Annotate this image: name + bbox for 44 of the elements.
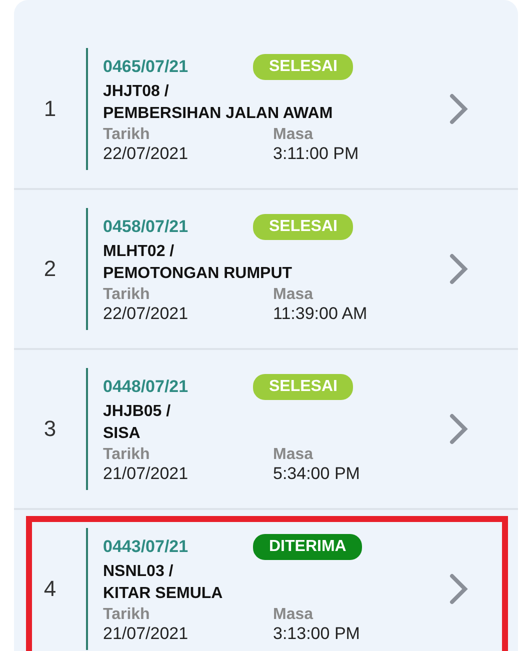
date-value: 21/07/2021 [103,464,190,484]
time-label: Masa [273,126,314,144]
order-code: 0465/07/21 [103,57,190,77]
chevron-right-icon[interactable] [448,252,470,286]
date-label: Tarikh [103,286,151,304]
date-label: Tarikh [103,126,151,144]
date-value: 22/07/2021 [103,144,190,164]
time-value: 3:13:00 PM [273,624,361,644]
order-title: NSNL03 / [103,562,174,582]
time-label: Masa [273,286,314,304]
order-title: JHJB05 / [103,402,172,422]
status-badge: SELESAI [253,214,354,240]
time-value: 11:39:00 AM [273,304,368,324]
chevron-right-icon[interactable] [448,92,470,126]
date-label: Tarikh [103,446,151,464]
status-badge: SELESAI [253,54,354,80]
order-row[interactable]: 1 0465/07/21 SELESAI JHJT08 / PEMBERSIHAN JALAN AWAM Tarikh 22/07/2021 Masa 3:11:00 PM [14,14,518,190]
order-code: 0443/07/21 [103,537,190,557]
status-badge: DITERIMA [253,534,362,560]
order-title: MLHT02 / [103,242,176,262]
chevron-right-icon[interactable] [448,412,470,446]
time-label: Masa [273,606,314,624]
status-badge: SELESAI [253,374,354,400]
order-row[interactable]: 3 0448/07/21 SELESAI JHJB05 / SISA Tarikh 21/07/2021 Masa 5:34:00 PM [14,350,518,510]
row-number: 4 [42,576,58,602]
order-row[interactable]: 2 0458/07/21 SELESAI MLHT02 / PEMOTONGAN RUMPUT Tarikh 22/07/2021 Masa 11:39:00 AM [14,190,518,350]
order-title: PEMBERSIHAN JALAN AWAM [103,104,334,124]
date-value: 21/07/2021 [103,624,190,644]
order-code: 0458/07/21 [103,217,190,237]
order-title: KITAR SEMULA [103,584,224,604]
row-number: 1 [42,96,58,122]
time-value: 5:34:00 PM [273,464,361,484]
order-title: PEMOTONGAN RUMPUT [103,264,294,284]
chevron-right-icon[interactable] [448,572,470,606]
date-label: Tarikh [103,606,151,624]
order-title: SISA [103,424,142,444]
order-code: 0448/07/21 [103,377,190,397]
row-number: 2 [42,256,58,282]
date-value: 22/07/2021 [103,304,190,324]
time-value: 3:11:00 PM [273,144,360,164]
order-title: JHJT08 / [103,82,170,102]
time-label: Masa [273,446,314,464]
row-number: 3 [42,416,58,442]
order-row[interactable]: 4 0443/07/21 DITERIMA NSNL03 / KITAR SEMULA Tarikh 21/07/2021 Masa 3:13:00 PM [14,510,518,651]
